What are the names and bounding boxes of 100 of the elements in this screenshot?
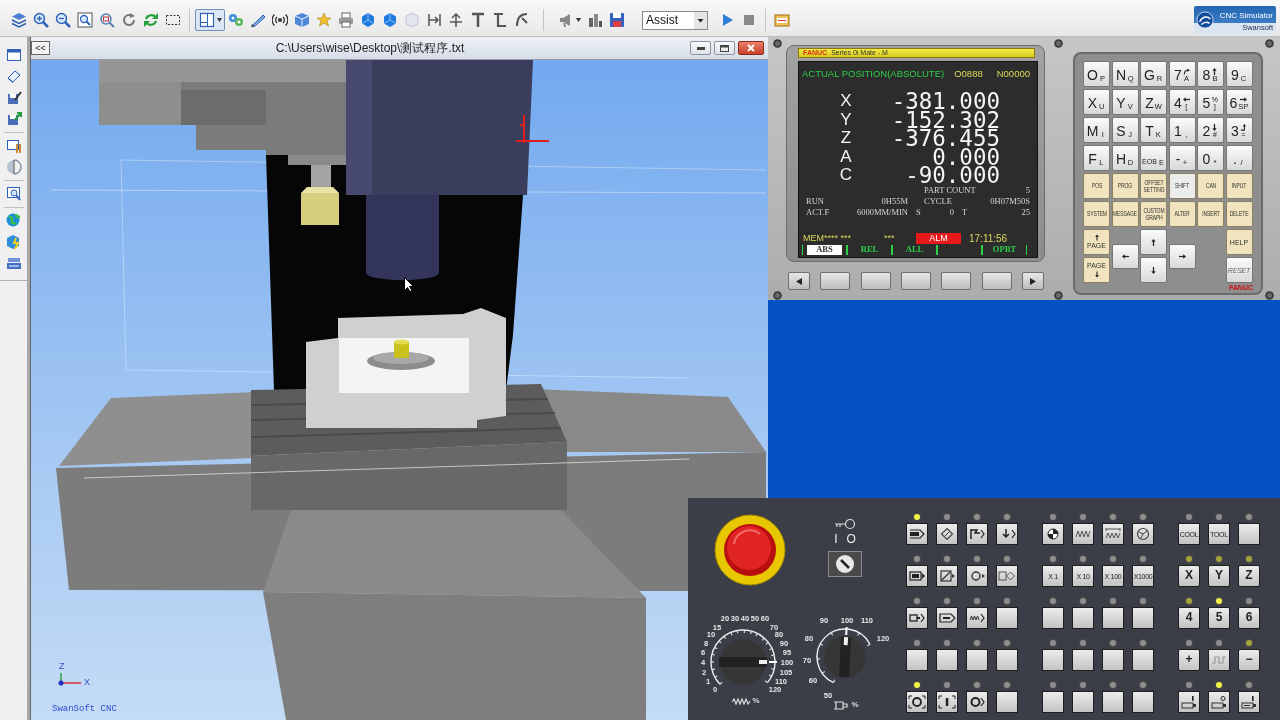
cursor-down-key[interactable] bbox=[1140, 257, 1167, 283]
panel-button[interactable] bbox=[1102, 607, 1124, 629]
minimize-button[interactable] bbox=[690, 41, 711, 55]
panel-button[interactable] bbox=[1208, 649, 1230, 671]
right-arrow-icon bbox=[1177, 252, 1187, 260]
caret-icon bbox=[216, 18, 222, 22]
feed-override-knob[interactable] bbox=[719, 639, 767, 685]
panel-button[interactable] bbox=[966, 565, 988, 587]
panel-button[interactable] bbox=[1132, 649, 1154, 671]
panel-button[interactable] bbox=[906, 649, 928, 671]
panel-button[interactable] bbox=[1102, 523, 1124, 545]
panel-button[interactable] bbox=[936, 649, 958, 671]
cursor-left-key[interactable] bbox=[1111, 243, 1139, 269]
panel-button[interactable] bbox=[1132, 523, 1154, 545]
collapse-button[interactable]: << bbox=[31, 41, 50, 55]
panel-button[interactable] bbox=[1042, 691, 1064, 713]
on-symbol: I bbox=[834, 533, 838, 545]
soft-key[interactable] bbox=[788, 272, 810, 290]
panel-button[interactable] bbox=[906, 523, 928, 545]
panel-button[interactable]: − bbox=[1238, 649, 1260, 671]
panel-button[interactable] bbox=[1102, 691, 1124, 713]
emergency-stop-button[interactable] bbox=[714, 514, 786, 586]
panel-button[interactable] bbox=[1042, 649, 1064, 671]
panel-button[interactable] bbox=[1072, 691, 1094, 713]
panel-button[interactable]: 5 bbox=[1208, 607, 1230, 629]
panel-button[interactable] bbox=[1072, 649, 1094, 671]
spindle-icon bbox=[833, 700, 850, 710]
panel-button[interactable] bbox=[1208, 691, 1230, 713]
disk-arrow-icon[interactable] bbox=[5, 111, 22, 128]
panel-button[interactable] bbox=[1072, 523, 1094, 545]
right-arrow-icon bbox=[1239, 96, 1247, 103]
run-time-label: RUN bbox=[806, 195, 825, 207]
toolbar-button[interactable] bbox=[74, 9, 96, 31]
bracket-arrow-icon bbox=[426, 12, 442, 28]
panel-button[interactable]: 4 bbox=[1178, 607, 1200, 629]
panel-button[interactable] bbox=[1238, 691, 1260, 713]
t-shape-icon bbox=[470, 12, 486, 28]
cursor-up-key[interactable] bbox=[1140, 229, 1167, 255]
magnifier-frame-icon[interactable] bbox=[5, 185, 22, 202]
axis-name: A bbox=[839, 147, 853, 167]
disk-pencil-icon[interactable] bbox=[5, 89, 22, 106]
spindle-override-knob[interactable] bbox=[824, 636, 866, 678]
tools-icon[interactable] bbox=[5, 137, 22, 154]
toolbar-button[interactable] bbox=[195, 9, 225, 31]
panel-button[interactable] bbox=[1238, 523, 1260, 545]
cube-bolt-icon[interactable] bbox=[5, 233, 22, 250]
panel-button[interactable] bbox=[1102, 649, 1124, 671]
bar-arrow-icon bbox=[908, 527, 926, 541]
panel-button[interactable] bbox=[966, 607, 988, 629]
panel-button[interactable]: + bbox=[1178, 649, 1200, 671]
globe-icon[interactable] bbox=[5, 212, 22, 229]
panel-button[interactable]: 6 bbox=[1238, 607, 1260, 629]
soft-key[interactable] bbox=[1021, 272, 1044, 290]
ring-arrow-icon bbox=[968, 695, 986, 709]
softkey-label[interactable]: ABS bbox=[802, 244, 847, 255]
eraser-icon[interactable] bbox=[5, 68, 22, 85]
tray-icon[interactable] bbox=[5, 255, 22, 272]
panel-button[interactable] bbox=[1042, 607, 1064, 629]
panel-button[interactable] bbox=[966, 523, 988, 545]
panel-button[interactable] bbox=[936, 523, 958, 545]
panel-button[interactable] bbox=[936, 565, 958, 587]
status-label: *** bbox=[884, 233, 896, 244]
panel-button[interactable] bbox=[906, 607, 928, 629]
up-arrow-icon bbox=[1150, 237, 1157, 247]
panel-button[interactable] bbox=[936, 691, 958, 713]
half-circle-icon[interactable] bbox=[5, 159, 22, 176]
softkey-label[interactable]: ALL bbox=[892, 244, 937, 255]
panel-button[interactable] bbox=[906, 691, 928, 713]
panel-button[interactable] bbox=[996, 607, 1018, 629]
panel-button[interactable] bbox=[996, 649, 1018, 671]
panel-button[interactable] bbox=[1132, 691, 1154, 713]
panel-button[interactable]: Y bbox=[1208, 565, 1230, 587]
panel-button[interactable] bbox=[936, 607, 958, 629]
maximize-button[interactable] bbox=[714, 41, 735, 55]
screen-title: ACTUAL POSITION(ABSOLUTE) bbox=[802, 68, 945, 80]
panel-button[interactable]: X bbox=[1178, 565, 1200, 587]
panel-button[interactable] bbox=[906, 565, 928, 587]
mode-dropdown[interactable]: Assist bbox=[642, 10, 708, 30]
window-icon[interactable] bbox=[5, 46, 22, 63]
panel-button[interactable] bbox=[966, 649, 988, 671]
hexagon-icon bbox=[360, 12, 376, 28]
cursor-right-key[interactable] bbox=[1168, 243, 1196, 269]
panel-button[interactable] bbox=[996, 691, 1018, 713]
panel-button[interactable] bbox=[1132, 607, 1154, 629]
close-button[interactable] bbox=[738, 41, 764, 55]
panel-button[interactable] bbox=[966, 691, 988, 713]
softkey-label[interactable]: OPRT bbox=[982, 244, 1027, 255]
panel-button[interactable] bbox=[1072, 607, 1094, 629]
panel-button[interactable]: Z bbox=[1238, 565, 1260, 587]
empty-softkey[interactable] bbox=[937, 244, 982, 255]
up-arrow-icon bbox=[1093, 234, 1100, 242]
panel-button[interactable] bbox=[996, 565, 1018, 587]
key-switch[interactable] bbox=[828, 551, 862, 577]
panel-button[interactable] bbox=[1178, 691, 1200, 713]
caret-icon bbox=[694, 11, 707, 29]
part-count-value: 5 bbox=[1024, 184, 1030, 196]
softkey-label[interactable]: REL bbox=[847, 244, 892, 255]
panel-button[interactable] bbox=[996, 523, 1018, 545]
axis-triad-icon bbox=[58, 672, 82, 686]
panel-button[interactable] bbox=[1042, 523, 1064, 545]
